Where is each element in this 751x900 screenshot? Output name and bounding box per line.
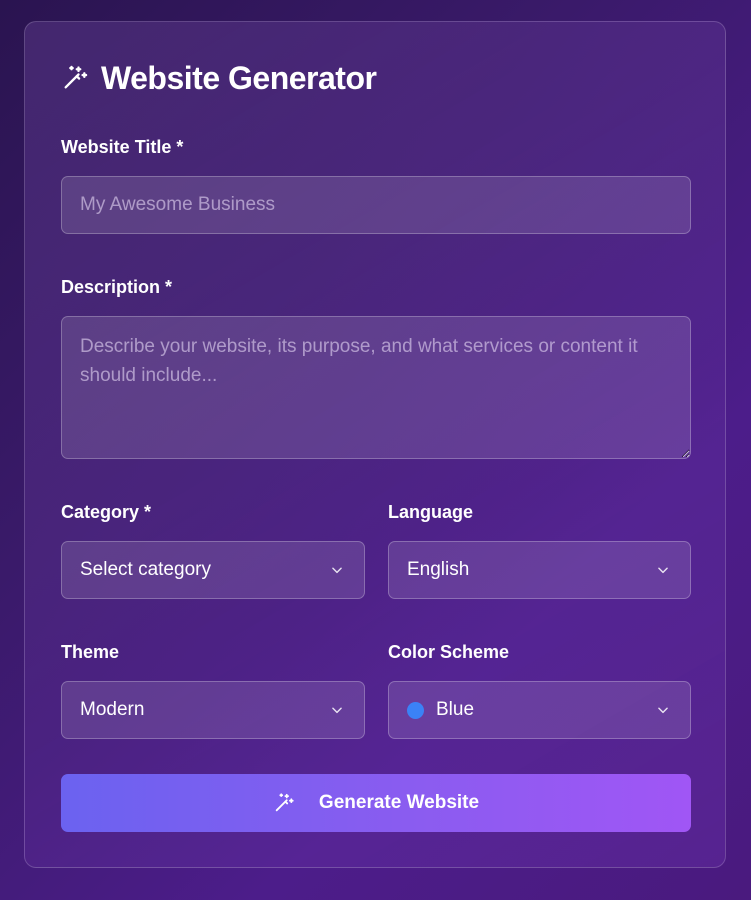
color-scheme-selected-value: Blue — [436, 699, 475, 720]
card-header: Website Generator — [61, 58, 377, 98]
website-title-input[interactable] — [61, 176, 691, 234]
chevron-down-icon — [658, 707, 668, 714]
description-textarea[interactable] — [61, 316, 691, 459]
chevron-down-icon — [332, 707, 342, 714]
color-scheme-label: Color Scheme — [388, 642, 510, 662]
chevron-down-icon — [658, 567, 668, 574]
magic-wand-icon — [273, 792, 295, 814]
language-selected-value: English — [407, 559, 470, 580]
website-generator-card: Website Generator Website Title * Descri… — [24, 21, 726, 868]
website-title-label: Website Title * — [61, 137, 184, 157]
chevron-down-icon — [332, 567, 342, 574]
language-select[interactable]: English — [388, 541, 691, 599]
magic-wand-icon — [61, 64, 89, 92]
category-label: Category * — [61, 502, 152, 522]
page-title: Website Generator — [101, 59, 377, 96]
category-select[interactable]: Select category — [61, 541, 365, 599]
theme-selected-value: Modern — [80, 699, 145, 720]
theme-label: Theme — [61, 642, 120, 662]
color-swatch — [407, 701, 424, 719]
description-label: Description * — [61, 277, 173, 297]
generate-button-label: Generate Website — [318, 792, 480, 813]
category-selected-value: Select category — [80, 559, 211, 580]
color-scheme-select[interactable]: Blue — [388, 681, 691, 739]
theme-select[interactable]: Modern — [61, 681, 365, 739]
language-label: Language — [388, 502, 474, 522]
generate-website-button[interactable]: Generate Website — [61, 774, 691, 832]
